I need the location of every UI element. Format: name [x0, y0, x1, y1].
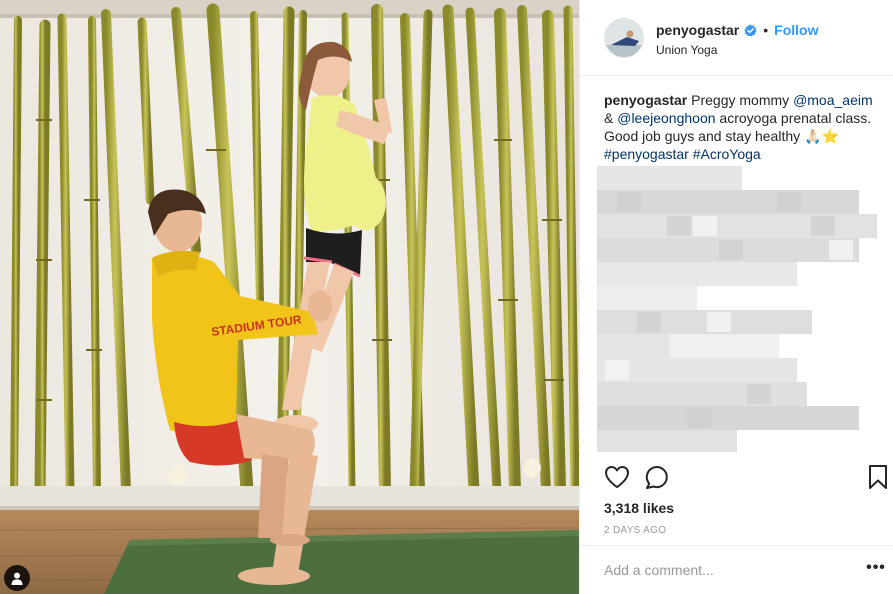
caption-author[interactable]: penyogastar: [604, 92, 687, 108]
user-line: penyogastar • Follow: [656, 22, 818, 38]
yoga-photo-illustration: STADIUM TOUR: [0, 0, 579, 594]
verified-badge-icon: [744, 23, 757, 37]
post-timestamp[interactable]: 2 DAYS AGO: [604, 525, 666, 536]
post-details-panel: penyogastar • Follow Union Yoga penyogas…: [579, 0, 893, 594]
avatar-image: [605, 19, 643, 57]
more-options-icon[interactable]: •••: [864, 560, 888, 580]
username-link[interactable]: penyogastar: [656, 22, 739, 38]
post-photo[interactable]: STADIUM TOUR: [0, 0, 579, 594]
likes-count[interactable]: 3,318 likes: [604, 500, 674, 516]
user-tag-icon: [11, 572, 23, 585]
location-link[interactable]: Union Yoga: [656, 43, 717, 57]
avatar[interactable]: [604, 18, 644, 58]
comment-input[interactable]: [604, 558, 854, 582]
follow-button[interactable]: Follow: [774, 22, 818, 38]
caption-text: &: [604, 110, 618, 126]
mention-link[interactable]: @leejeonghoon: [617, 110, 715, 126]
comment-icon[interactable]: [644, 464, 670, 490]
user-tag-button[interactable]: [4, 565, 30, 591]
heart-icon[interactable]: [604, 464, 630, 490]
hashtag-link[interactable]: #AcroYoga: [693, 146, 761, 162]
hashtag-link[interactable]: #penyogastar: [604, 146, 689, 162]
caption-text: Preggy mommy: [687, 92, 794, 108]
caption-emoji: 🙏🏻⭐: [804, 128, 839, 144]
bookmark-icon[interactable]: [868, 464, 888, 490]
comment-bar: •••: [580, 545, 893, 594]
separator-dot: •: [763, 22, 769, 38]
blurred-comments: [597, 166, 877, 452]
post-caption: penyogastar Preggy mommy @moa_aeim & @le…: [604, 91, 884, 163]
action-bar: [580, 458, 893, 498]
mention-link[interactable]: @moa_aeim: [793, 92, 873, 108]
post-header: penyogastar • Follow Union Yoga: [580, 0, 893, 76]
